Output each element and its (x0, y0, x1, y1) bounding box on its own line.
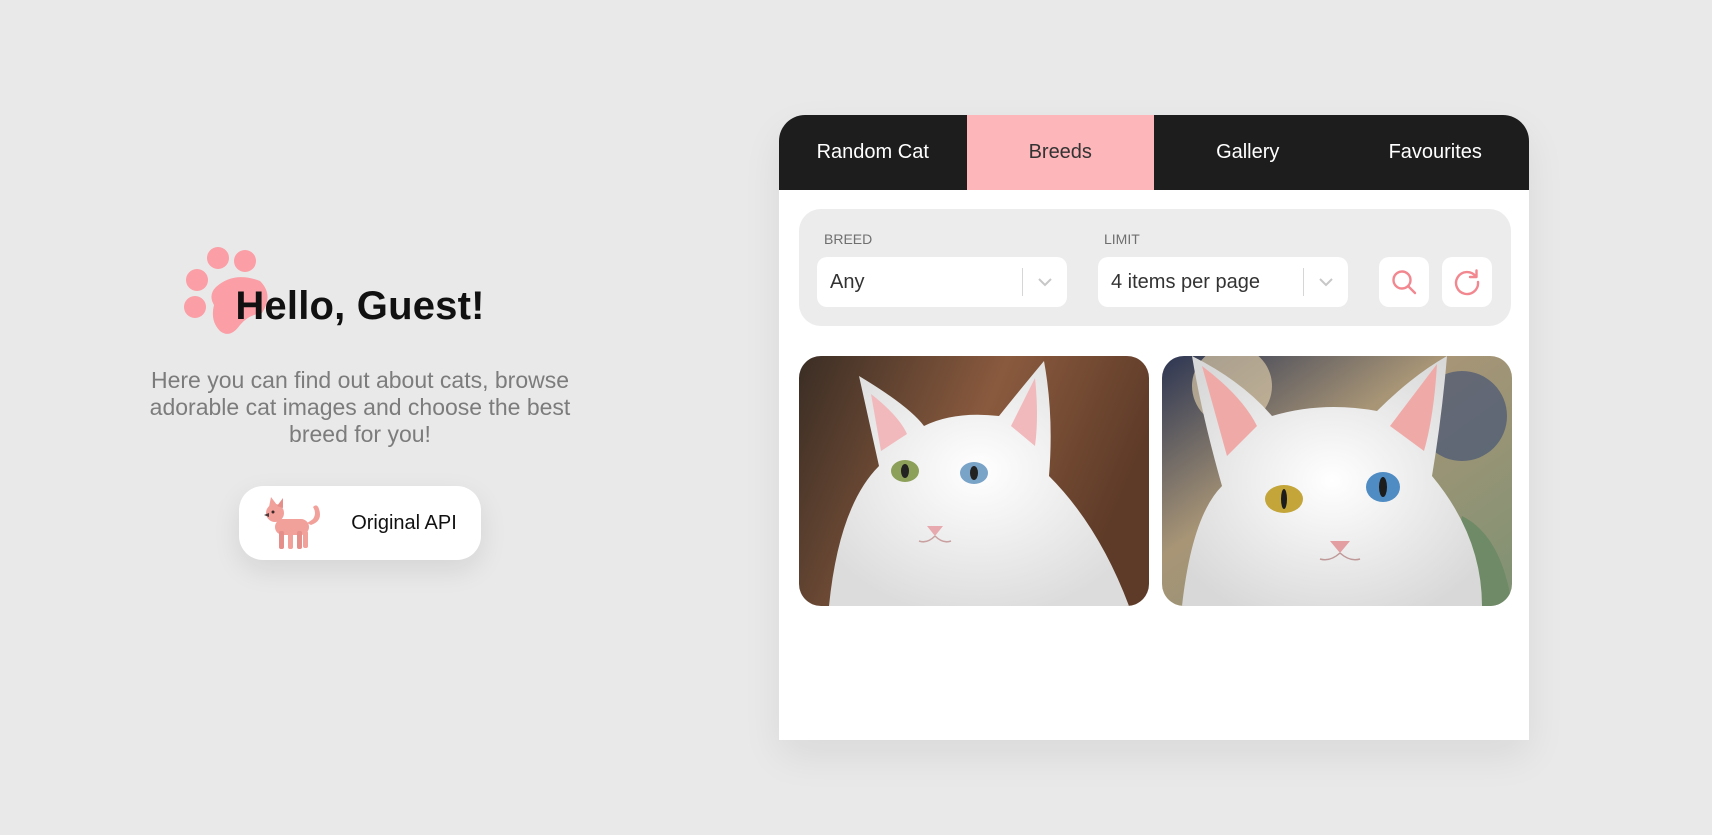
white-cat-photo (799, 356, 1149, 606)
hero-description: Here you can find out about cats, browse… (149, 367, 571, 447)
search-icon (1392, 270, 1417, 295)
search-button[interactable] (1379, 257, 1429, 307)
original-api-button[interactable]: Original API (239, 486, 481, 560)
chevron-down-icon[interactable] (1304, 257, 1348, 307)
chevron-down-icon[interactable] (1023, 257, 1067, 307)
breed-select-value: Any (830, 270, 865, 293)
tab-random-cat[interactable]: Random Cat (779, 115, 967, 190)
original-api-label: Original API (351, 511, 457, 534)
tab-breeds[interactable]: Breeds (966, 115, 1154, 190)
white-cat-photo (1162, 356, 1512, 606)
breed-label: BREED (824, 231, 873, 247)
tab-bar: Random Cat Breeds Gallery Favourites (779, 115, 1529, 190)
tab-gallery[interactable]: Gallery (1154, 115, 1342, 190)
breed-select[interactable]: Any (817, 257, 1067, 307)
filter-bar: BREED Any LIMIT 4 items per page (799, 209, 1511, 326)
page-title: Hello, Guest! (235, 284, 485, 328)
app-panel: Random Cat Breeds Gallery Favourites BRE… (779, 115, 1529, 740)
cat-image-card[interactable] (1162, 356, 1512, 606)
limit-select[interactable]: 4 items per page (1098, 257, 1348, 307)
cat-image-card[interactable] (799, 356, 1149, 606)
refresh-icon (1454, 269, 1480, 296)
limit-label: LIMIT (1104, 231, 1140, 247)
hero: Hello, Guest! Here you can find out abou… (120, 240, 600, 560)
limit-select-value: 4 items per page (1111, 270, 1260, 293)
cat-illustration-icon (264, 497, 321, 549)
refresh-button[interactable] (1442, 257, 1492, 307)
tab-favourites[interactable]: Favourites (1342, 115, 1530, 190)
